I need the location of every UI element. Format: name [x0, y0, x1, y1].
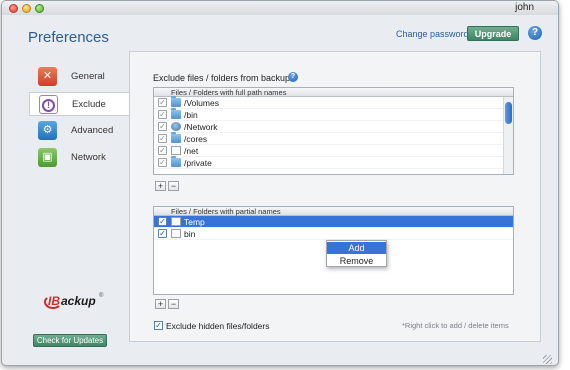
list-item[interactable]: ✓ /net: [154, 145, 513, 157]
folder-icon: [171, 132, 181, 143]
network-folder-icon: [171, 122, 181, 131]
username-label: john: [515, 2, 534, 13]
item-label: /bin: [184, 110, 198, 120]
list-item[interactable]: ✓ /bin: [154, 108, 513, 121]
item-label: /cores: [184, 134, 208, 144]
menu-item-add[interactable]: Add: [327, 242, 386, 254]
item-checkbox[interactable]: ✓: [158, 134, 167, 143]
sidebar-item-network[interactable]: ▣ Network: [29, 146, 130, 170]
zoom-window-button[interactable]: [35, 4, 44, 13]
close-window-button[interactable]: [9, 4, 18, 13]
full-path-scrollbar[interactable]: [503, 97, 513, 174]
minimize-window-button[interactable]: [22, 4, 31, 13]
item-label: /private: [184, 158, 212, 168]
folder-icon: [171, 108, 181, 119]
remove-full-path-button[interactable]: −: [168, 181, 179, 191]
sidebar-item-advanced[interactable]: ⚙ Advanced: [29, 119, 130, 143]
folder-icon: [171, 96, 181, 107]
exclude-hidden-label: Exclude hidden files/folders: [166, 321, 270, 331]
right-click-hint: *Right click to add / delete items: [402, 321, 509, 330]
item-checkbox[interactable]: ✓: [158, 98, 167, 107]
list-item[interactable]: ✓ Temp: [154, 216, 513, 228]
file-icon: [171, 217, 181, 226]
item-checkbox[interactable]: ✓: [158, 110, 167, 119]
logo-backup: ackup: [61, 294, 96, 308]
item-label: Temp: [184, 217, 205, 227]
logo-reg: ®: [99, 293, 104, 299]
partial-name-header: Files / Folders with partial names: [154, 207, 513, 216]
item-checkbox[interactable]: ✓: [158, 122, 167, 131]
add-partial-button[interactable]: +: [155, 299, 166, 309]
list-item[interactable]: ✓ /Network: [154, 121, 513, 133]
list-item[interactable]: ✓ /Volumes: [154, 96, 513, 109]
full-path-header: Files / Folders with full path names: [154, 88, 513, 97]
resize-grip[interactable]: [543, 355, 552, 364]
exclude-icon: !: [39, 95, 58, 114]
add-full-path-button[interactable]: +: [155, 181, 166, 191]
logo-ib: IB: [48, 294, 60, 308]
exclude-hidden-checkbox[interactable]: ✓: [154, 321, 163, 330]
remove-partial-button[interactable]: −: [168, 299, 179, 309]
item-checkbox[interactable]: ✓: [158, 229, 167, 238]
sidebar-item-label: Advanced: [71, 125, 114, 136]
section-title: Exclude files / folders from backup: [153, 73, 291, 83]
item-checkbox[interactable]: ✓: [158, 158, 167, 167]
folder-icon: [171, 156, 181, 167]
check-for-updates-button[interactable]: Check for Updates: [33, 334, 107, 347]
title-bar: john: [2, 1, 558, 15]
gear-icon: ⚙: [38, 121, 57, 140]
item-label: /Volumes: [184, 98, 219, 108]
list-item[interactable]: ✓ /private: [154, 156, 513, 169]
menu-item-remove[interactable]: Remove: [327, 255, 386, 267]
sidebar-item-exclude[interactable]: ! Exclude: [29, 92, 130, 116]
ibackup-logo: IB ackup ®: [44, 293, 104, 311]
sidebar-item-general[interactable]: ✕ General: [29, 65, 130, 89]
file-icon: [171, 146, 181, 155]
help-icon[interactable]: ?: [288, 72, 298, 82]
item-label: /Network: [184, 122, 218, 132]
full-path-list[interactable]: Files / Folders with full path names ✓ /…: [153, 87, 514, 175]
upgrade-button[interactable]: Upgrade: [467, 26, 519, 41]
sidebar-item-label: General: [71, 71, 105, 82]
list-item[interactable]: ✓ /cores: [154, 132, 513, 145]
wrench-icon: ✕: [38, 67, 57, 86]
item-label: bin: [184, 229, 196, 239]
item-checkbox[interactable]: ✓: [158, 146, 167, 155]
sidebar-item-label: Network: [71, 152, 106, 163]
item-checkbox[interactable]: ✓: [158, 217, 167, 226]
list-item[interactable]: ✓ bin: [154, 228, 513, 240]
item-label: /net: [184, 146, 199, 156]
page-title: Preferences: [28, 29, 109, 46]
sidebar-item-label: Exclude: [72, 99, 106, 110]
network-icon: ▣: [38, 148, 57, 167]
context-menu: Add Remove: [326, 240, 387, 267]
change-password-link[interactable]: Change password: [396, 29, 469, 39]
scroll-thumb[interactable]: [505, 102, 512, 124]
help-icon[interactable]: ?: [528, 26, 542, 40]
file-icon: [171, 229, 181, 238]
